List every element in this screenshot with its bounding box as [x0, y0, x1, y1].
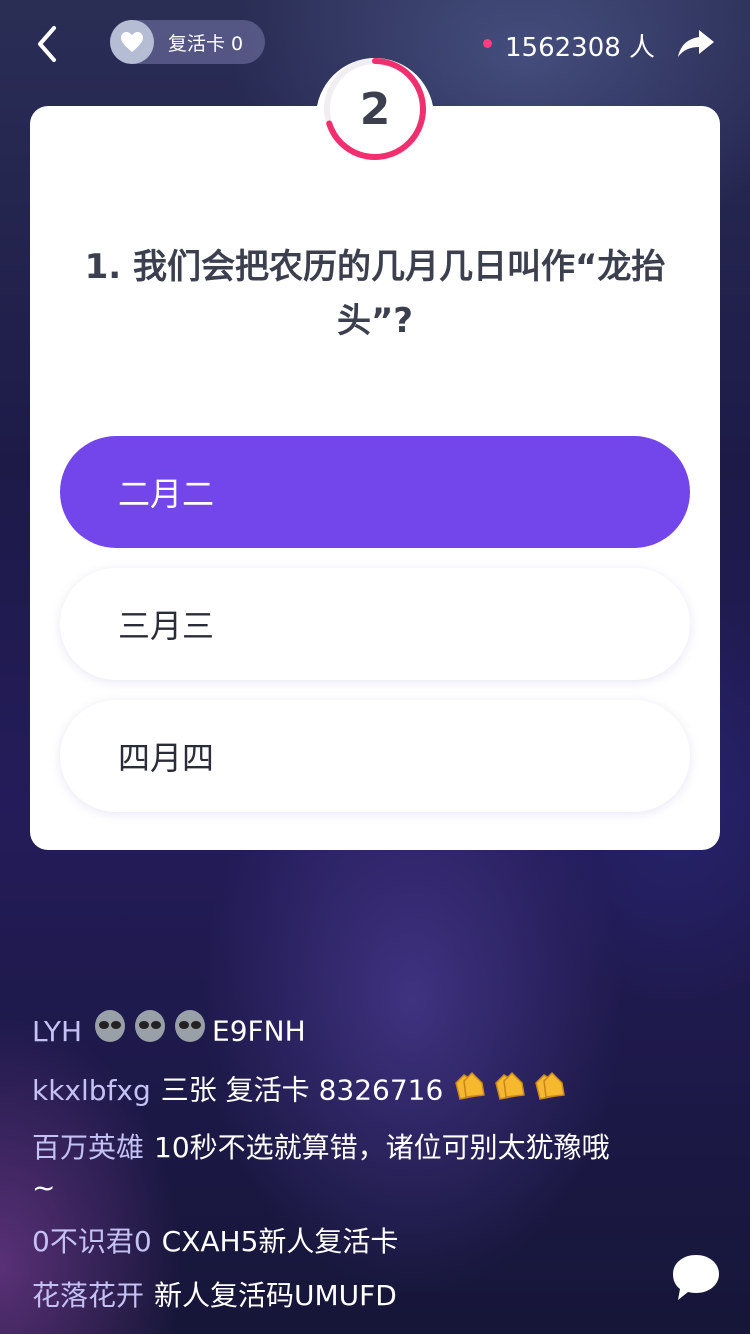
- share-arrow-icon: [678, 30, 714, 57]
- heart-icon: [110, 20, 154, 64]
- revive-card-count: 复活卡 0: [168, 32, 244, 55]
- chat-button[interactable]: [670, 1252, 722, 1304]
- chat-username: kkxlbfxg: [32, 1073, 151, 1107]
- chat-message: 百万英雄 10秒不选就算错，诸位可别太犹豫哦~: [32, 1128, 632, 1208]
- chat-bubble-icon: [673, 1255, 719, 1300]
- chat-text: 三张 复活卡 8326716: [160, 1073, 444, 1107]
- live-indicator-dot: [483, 39, 492, 48]
- clapping-emoji: [452, 1069, 572, 1114]
- countdown-number: 2: [359, 83, 391, 135]
- chat-message: kkxlbfxg 三张 复活卡 8326716: [32, 1069, 632, 1114]
- chat-username: 0不识君0: [32, 1225, 152, 1258]
- answer-option-3[interactable]: 四月四: [60, 700, 690, 812]
- alien-emoji: [92, 1010, 212, 1055]
- question-text: 1. 我们会把农历的几月几日叫作“龙抬头”?: [84, 247, 666, 341]
- revive-card-badge[interactable]: 复活卡 0: [110, 20, 265, 64]
- chat-username: LYH: [32, 1014, 83, 1048]
- chevron-left-icon: [38, 26, 56, 62]
- chat-username: 百万英雄: [32, 1131, 145, 1164]
- answer-option-2[interactable]: 三月三: [60, 568, 690, 680]
- chat-text: 新人复活码UMUFD: [154, 1279, 397, 1312]
- live-chat: LYH E9FNH kkxlbfxg 三张 复活卡 8326716 百万英雄 10秒…: [32, 1010, 632, 1330]
- share-button[interactable]: [672, 22, 720, 66]
- chat-message: LYH E9FNH: [32, 1010, 632, 1055]
- chat-text: E9FNH: [212, 1014, 306, 1048]
- chat-text: CXAH5新人复活卡: [161, 1225, 399, 1258]
- chat-message: 0不识君0 CXAH5新人复活卡: [32, 1222, 632, 1262]
- chat-message: 花落花开 新人复活码UMUFD: [32, 1276, 632, 1316]
- back-button[interactable]: [24, 22, 68, 66]
- viewer-count: 1562308 人: [505, 33, 656, 63]
- answer-option-1[interactable]: 二月二: [60, 436, 690, 548]
- chat-username: 花落花开: [32, 1279, 145, 1312]
